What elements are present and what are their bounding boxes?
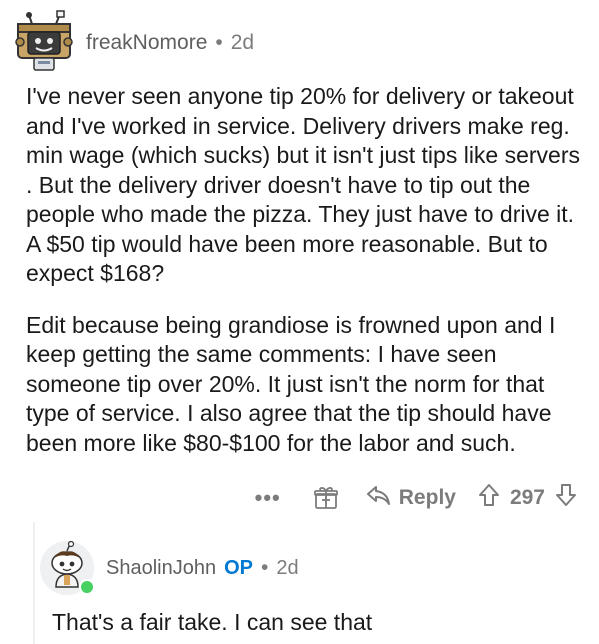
reply-comment-header: ShaolinJohn OP • 2d <box>40 536 299 600</box>
meta-separator: • <box>215 31 223 54</box>
op-badge: OP <box>224 556 253 579</box>
downvote-arrow-icon[interactable] <box>555 483 577 513</box>
thread-line[interactable] <box>33 522 35 644</box>
comment-thread: freakNomore • 2d I've never seen anyone … <box>0 0 599 644</box>
snoo-avatar-icon[interactable] <box>40 540 95 595</box>
comment-meta: ShaolinJohn OP • 2d <box>106 556 299 580</box>
comment-author[interactable]: freakNomore <box>86 31 207 55</box>
comment-meta: freakNomore • 2d <box>86 31 254 55</box>
comment-action-bar: ••• Reply 297 <box>255 478 577 518</box>
comment-body: I've never seen anyone tip 20% for deliv… <box>26 82 586 480</box>
reply-button[interactable]: Reply <box>365 484 456 512</box>
upvote-arrow-icon[interactable] <box>478 483 500 513</box>
comment-age: 2d <box>276 556 299 579</box>
gift-award-icon[interactable] <box>313 485 339 511</box>
online-status-dot <box>79 579 95 595</box>
vote-score: 297 <box>509 486 545 509</box>
comment-header: freakNomore • 2d <box>12 10 254 74</box>
snoo-avatar-robot-icon[interactable] <box>12 10 76 74</box>
comment-author[interactable]: ShaolinJohn <box>106 557 216 580</box>
meta-separator: • <box>261 556 269 579</box>
reply-label: Reply <box>398 486 456 509</box>
comment-age: 2d <box>230 31 255 54</box>
vote-controls: 297 <box>478 483 577 513</box>
more-options-button[interactable]: ••• <box>255 485 281 511</box>
reply-arrow-icon <box>365 484 391 512</box>
comment-paragraph: Edit because being grandiose is frowned … <box>26 311 556 456</box>
comment-paragraph: I've never seen anyone tip 20% for deliv… <box>26 83 581 286</box>
reply-comment-body: That's a fair take. I can see that <box>52 609 373 635</box>
